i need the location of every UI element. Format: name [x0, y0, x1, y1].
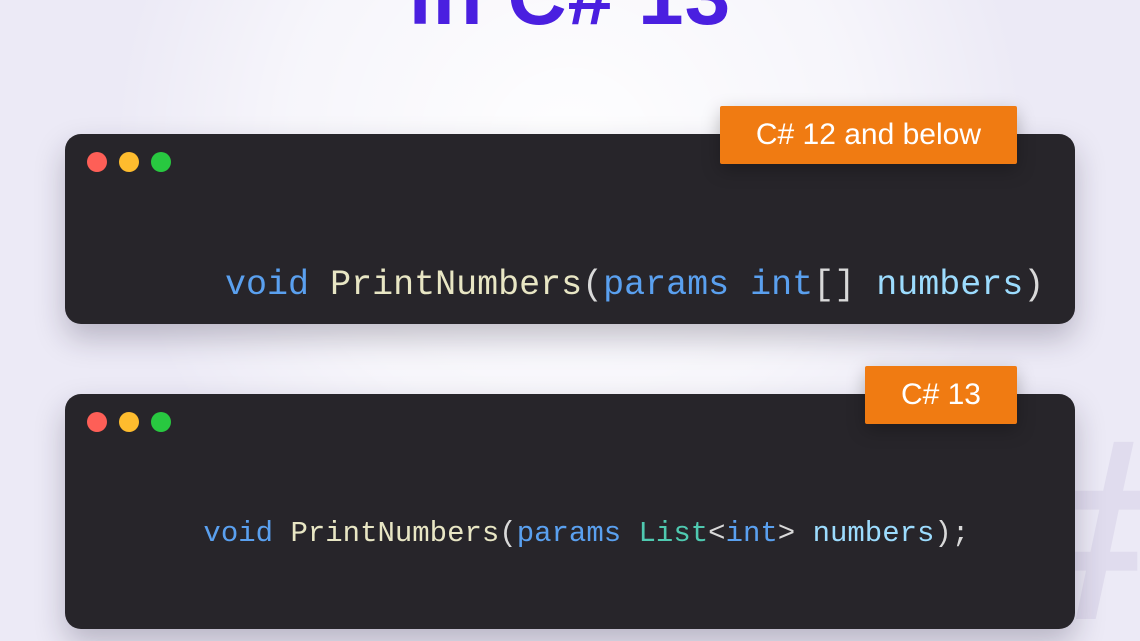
type-int: int: [726, 517, 778, 550]
keyword-params: params: [603, 265, 729, 305]
type-list: List: [639, 517, 709, 550]
window-zoom-icon: [151, 152, 171, 172]
param-name: numbers: [813, 517, 935, 550]
window-minimize-icon: [119, 152, 139, 172]
paren-open: (: [499, 517, 516, 550]
keyword-void: void: [225, 265, 309, 305]
window-close-icon: [87, 152, 107, 172]
paren-close: ): [1023, 265, 1044, 305]
method-name: PrintNumbers: [330, 265, 582, 305]
window-close-icon: [87, 412, 107, 432]
space: [309, 265, 330, 305]
space: [795, 517, 812, 550]
angle-close: >: [778, 517, 795, 550]
param-name: numbers: [876, 265, 1023, 305]
angle-open: <: [708, 517, 725, 550]
code-card-before: C# 12 and below void PrintNumbers(params…: [65, 134, 1075, 324]
version-badge-after: C# 13: [865, 366, 1017, 424]
code-line: void PrintNumbers(params List<int> numbe…: [65, 466, 1075, 601]
paren-open: (: [582, 265, 603, 305]
space: [621, 517, 638, 550]
space: [855, 265, 876, 305]
space: [729, 265, 750, 305]
method-name: PrintNumbers: [290, 517, 499, 550]
space: [273, 517, 290, 550]
semicolon: ;: [952, 517, 969, 550]
keyword-params: params: [517, 517, 621, 550]
paren-close: ): [934, 517, 951, 550]
window-minimize-icon: [119, 412, 139, 432]
type-int: int: [750, 265, 813, 305]
array-brackets: []: [813, 265, 855, 305]
content-stage: C# 12 and below void PrintNumbers(params…: [0, 0, 1140, 629]
code-line: void PrintNumbers(params int[] numbers): [65, 206, 1075, 364]
code-card-after: C# 13 void PrintNumbers(params List<int>…: [65, 394, 1075, 629]
version-badge-before: C# 12 and below: [720, 106, 1017, 164]
window-zoom-icon: [151, 412, 171, 432]
keyword-void: void: [203, 517, 273, 550]
